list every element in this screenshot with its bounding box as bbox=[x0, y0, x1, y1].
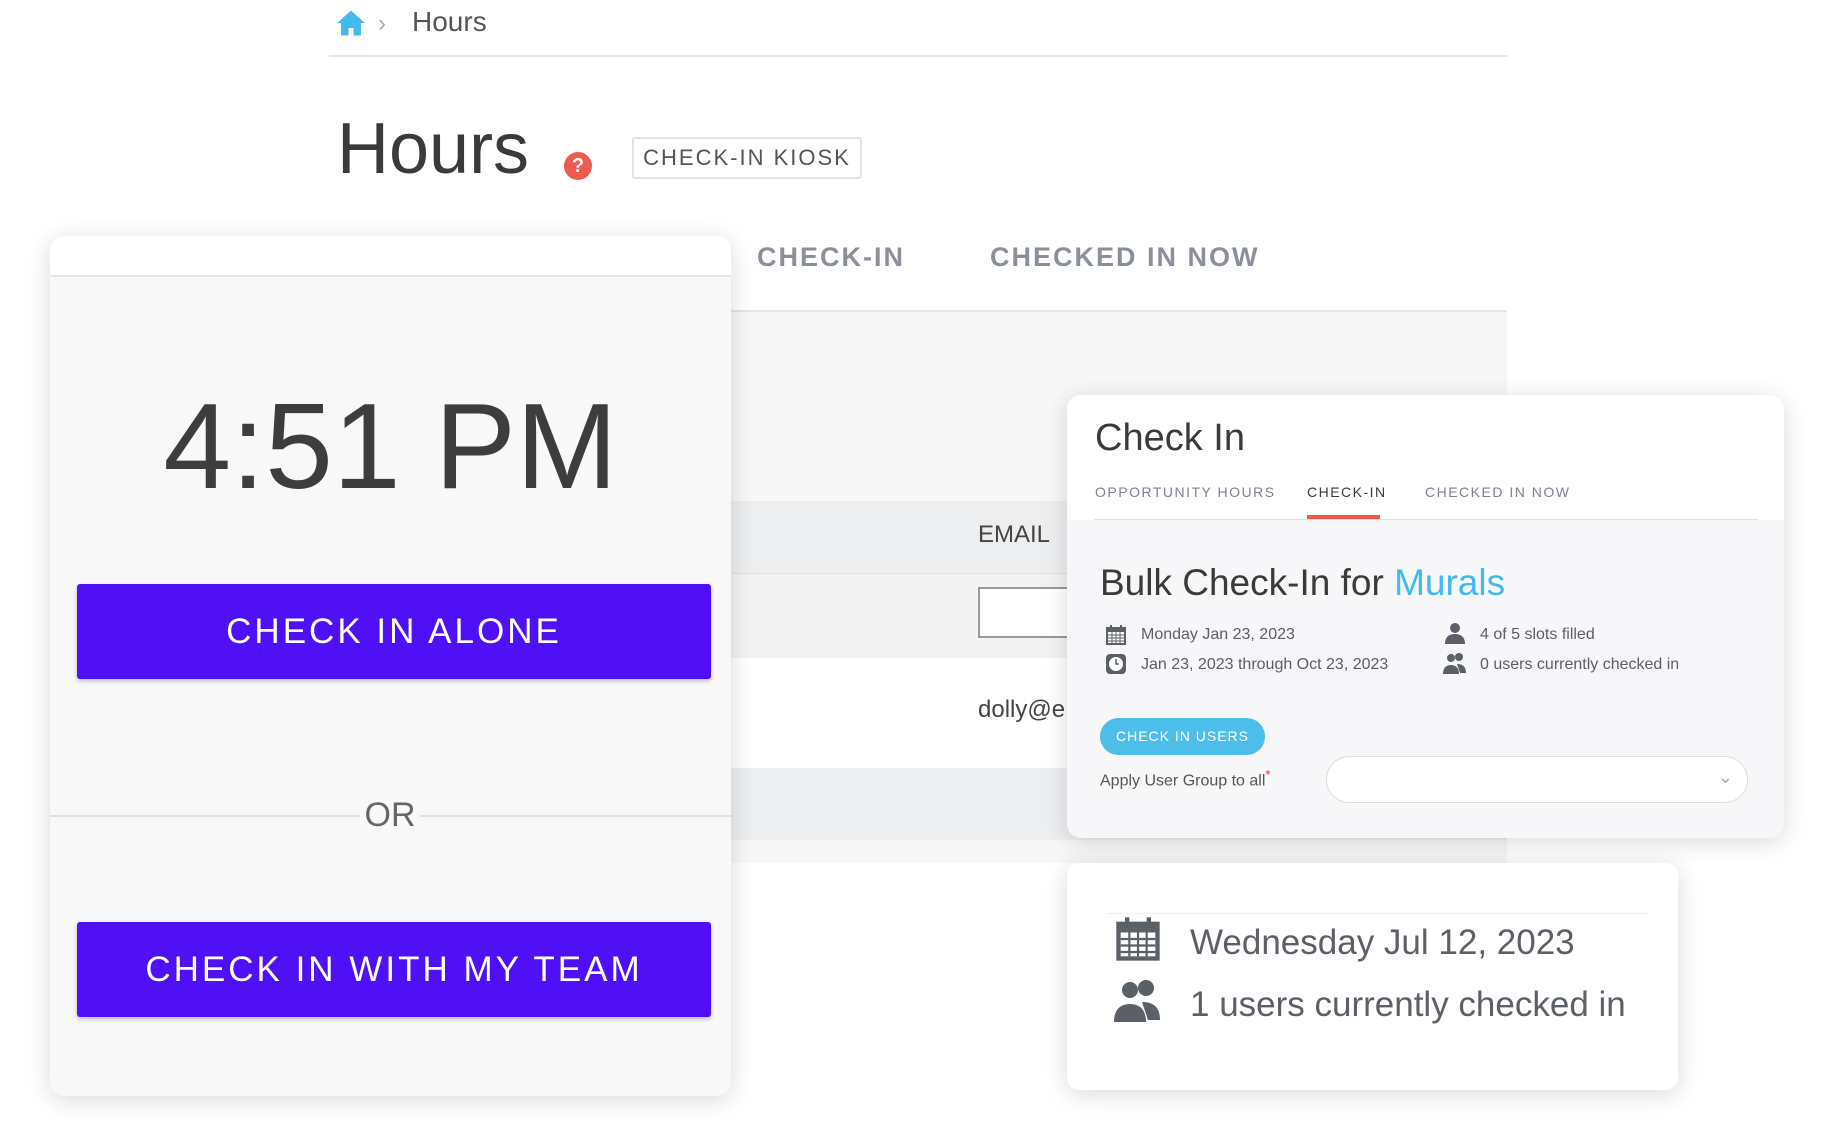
summary-date: Wednesday Jul 12, 2023 bbox=[1190, 923, 1575, 962]
opportunity-link[interactable]: Murals bbox=[1394, 562, 1505, 603]
kiosk-card: 4:51 PM CHECK IN ALONE OR CHECK IN WITH … bbox=[50, 236, 731, 1096]
checked-in-summary-card: Wednesday Jul 12, 2023 1 users currently… bbox=[1067, 863, 1678, 1090]
divider bbox=[329, 55, 1507, 57]
apply-label-text: Apply User Group to all bbox=[1100, 772, 1266, 790]
check-in-panel: Check In OPPORTUNITY HOURS CHECK-IN CHEC… bbox=[1067, 395, 1784, 838]
clock-icon bbox=[1106, 654, 1126, 674]
or-label: OR bbox=[360, 796, 420, 835]
page-title: Hours bbox=[337, 109, 530, 189]
users-checked-in: 0 users currently checked in bbox=[1480, 656, 1680, 673]
chevron-down-icon: ⌄ bbox=[1717, 767, 1733, 787]
tab-checked-in-now[interactable]: CHECKED IN NOW bbox=[1425, 484, 1570, 500]
email-column-header: EMAIL bbox=[978, 521, 1051, 548]
opportunity-date: Monday Jan 23, 2023 bbox=[1141, 626, 1295, 643]
calendar-icon bbox=[1116, 917, 1160, 961]
current-time: 4:51 PM bbox=[163, 378, 618, 514]
home-icon[interactable] bbox=[336, 8, 366, 38]
kiosk-card-header bbox=[50, 236, 731, 277]
user-icon bbox=[1445, 623, 1465, 644]
apply-user-group-label: Apply User Group to all* bbox=[1100, 767, 1271, 790]
tab-divider bbox=[1094, 519, 1758, 520]
calendar-icon bbox=[1106, 625, 1126, 645]
tab-check-in[interactable]: CHECK-IN bbox=[757, 242, 905, 273]
breadcrumb-current: Hours bbox=[412, 6, 487, 37]
tab-checked-in-now[interactable]: CHECKED IN NOW bbox=[990, 242, 1260, 273]
email-cell: dolly@e bbox=[978, 696, 1066, 723]
panel-title: Check In bbox=[1095, 417, 1245, 459]
check-in-alone-button[interactable]: CHECK IN ALONE bbox=[77, 584, 711, 679]
required-mark: * bbox=[1265, 767, 1271, 782]
users-icon bbox=[1114, 980, 1160, 1022]
user-group-select[interactable]: ⌄ bbox=[1326, 756, 1748, 803]
opportunity-range: Jan 23, 2023 through Oct 23, 2023 bbox=[1141, 656, 1389, 673]
bulk-check-in-title: Bulk Check-In for Murals bbox=[1100, 562, 1505, 604]
users-icon bbox=[1443, 653, 1466, 674]
bulk-title-text: Bulk Check-In for bbox=[1100, 562, 1395, 603]
slots-filled: 4 of 5 slots filled bbox=[1480, 626, 1595, 643]
check-in-kiosk-button[interactable]: CHECK-IN KIOSK bbox=[632, 137, 862, 179]
summary-checked-in: 1 users currently checked in bbox=[1190, 985, 1626, 1024]
check-in-users-button[interactable]: CHECK IN USERS bbox=[1100, 718, 1265, 755]
help-icon[interactable]: ? bbox=[564, 152, 592, 180]
check-in-with-team-button[interactable]: CHECK IN WITH MY TEAM bbox=[77, 922, 711, 1017]
active-tab-indicator bbox=[1307, 515, 1380, 519]
tab-opportunity-hours[interactable]: OPPORTUNITY HOURS bbox=[1095, 484, 1276, 500]
breadcrumb-separator: › bbox=[378, 10, 386, 37]
divider bbox=[1107, 913, 1647, 914]
tab-check-in[interactable]: CHECK-IN bbox=[1307, 484, 1387, 500]
